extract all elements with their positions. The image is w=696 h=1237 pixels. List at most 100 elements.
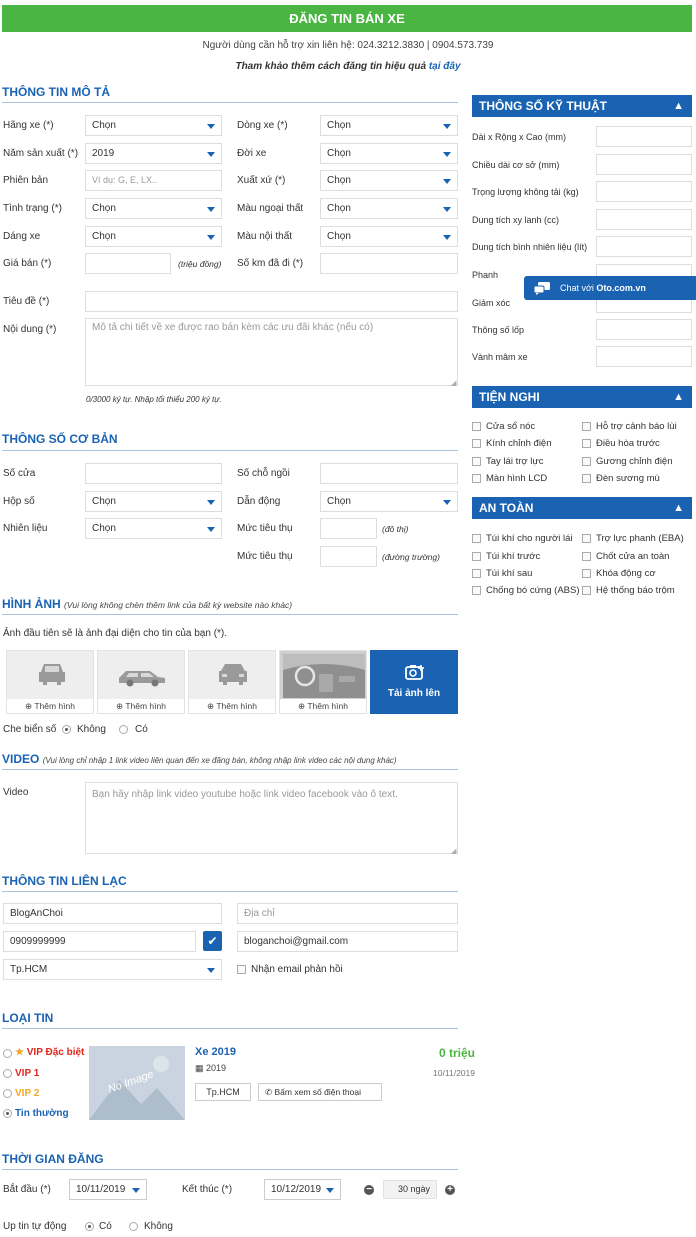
- generation-select[interactable]: Chọn: [320, 143, 458, 164]
- chevron-up-icon[interactable]: ▲: [673, 386, 684, 408]
- comfort-header[interactable]: TIỆN NGHI ▲: [472, 386, 692, 408]
- condition-select[interactable]: Chọn: [85, 198, 222, 219]
- phone-input[interactable]: 0909999999: [3, 931, 196, 952]
- chevron-up-icon[interactable]: ▲: [673, 497, 684, 519]
- safety-checkbox[interactable]: [582, 534, 591, 543]
- listing-vip1-radio[interactable]: [3, 1069, 12, 1078]
- increase-days-button[interactable]: +: [445, 1185, 455, 1195]
- email-input[interactable]: bloganchoi@gmail.com: [237, 931, 458, 952]
- tech-displacement-input[interactable]: [596, 209, 692, 230]
- photo-slot-1[interactable]: ⊕ Thêm hình: [6, 650, 94, 714]
- end-date-picker[interactable]: 10/12/2019: [264, 1179, 341, 1200]
- safety-header[interactable]: AN TOÀN ▲: [472, 497, 692, 519]
- comfort-checkbox[interactable]: [582, 457, 591, 466]
- photo-slot-4[interactable]: ⊕ Thêm hình: [279, 650, 367, 714]
- origin-select[interactable]: Chọn: [320, 170, 458, 191]
- section-title-schedule: THỜI GIAN ĐĂNG: [2, 1152, 104, 1166]
- images-title: HÌNH ẢNH: [2, 597, 61, 611]
- photo-slot-2[interactable]: ⊕ Thêm hình: [97, 650, 185, 714]
- content-textarea[interactable]: Mô tả chi tiết về xe được rao bán kèm cá…: [85, 318, 458, 386]
- comfort-checkbox[interactable]: [582, 422, 591, 431]
- chevron-up-icon[interactable]: ▲: [673, 95, 684, 117]
- tech-rims-input[interactable]: [596, 346, 692, 367]
- interior-color-select[interactable]: Chọn: [320, 226, 458, 247]
- plate-no-radio[interactable]: [62, 725, 71, 734]
- resize-handle-icon[interactable]: ◢: [451, 379, 456, 387]
- start-date-label: Bắt đầu (*): [3, 1184, 51, 1195]
- photo-slot-3[interactable]: ⊕ Thêm hình: [188, 650, 276, 714]
- car-interior-icon: [283, 654, 365, 698]
- tech-specs-header[interactable]: THÔNG SỐ KỸ THUẬT ▲: [472, 95, 692, 117]
- plus-icon: +: [447, 1184, 453, 1195]
- version-input[interactable]: Ví dụ: G, E, LX..: [85, 170, 222, 191]
- auto-bump-no-radio[interactable]: [129, 1222, 138, 1231]
- exterior-color-select[interactable]: Chọn: [320, 198, 458, 219]
- safety-checkbox[interactable]: [582, 552, 591, 561]
- tech-weight-input[interactable]: [596, 181, 692, 202]
- tech-dimensions-input[interactable]: [596, 126, 692, 147]
- tech-fuel-tank-input[interactable]: [596, 236, 692, 257]
- city-consumption-input[interactable]: [320, 518, 377, 539]
- plate-yes-radio[interactable]: [119, 725, 128, 734]
- title-input[interactable]: [85, 291, 458, 312]
- start-date-picker[interactable]: 10/11/2019: [69, 1179, 147, 1200]
- add-circle-icon: ⊕: [298, 701, 306, 711]
- comfort-checkbox[interactable]: [582, 474, 591, 483]
- decrease-days-button[interactable]: −: [364, 1185, 374, 1195]
- add-photo-button[interactable]: ⊕ Thêm hình: [189, 699, 275, 713]
- model-select[interactable]: Chọn: [320, 115, 458, 136]
- city-select[interactable]: Tp.HCM: [3, 959, 222, 980]
- address-input[interactable]: Địa chỉ: [237, 903, 458, 924]
- tech-tires-label: Thông số lốp: [472, 325, 525, 335]
- safety-checkbox[interactable]: [472, 552, 481, 561]
- price-input[interactable]: [85, 253, 171, 274]
- comfort-checkbox[interactable]: [472, 457, 481, 466]
- star-icon: ★: [15, 1047, 24, 1058]
- drive-select[interactable]: Chọn: [320, 491, 458, 512]
- auto-bump-yes-radio[interactable]: [85, 1222, 94, 1231]
- listing-preview-image: No Image: [89, 1046, 185, 1120]
- tech-tires-input[interactable]: [596, 319, 692, 340]
- phone-verify-checkbox[interactable]: ✔: [203, 931, 222, 951]
- interior-color-label: Màu nội thất: [237, 231, 293, 242]
- body-type-select[interactable]: Chọn: [85, 226, 222, 247]
- preview-car-title[interactable]: Xe 2019: [195, 1046, 236, 1058]
- name-input[interactable]: BlogAnChoi: [3, 903, 222, 924]
- listing-normal-radio[interactable]: [3, 1109, 12, 1118]
- chat-prefix: Chat với: [560, 283, 597, 293]
- safety-checkbox[interactable]: [472, 586, 481, 595]
- safety-checkbox[interactable]: [582, 586, 591, 595]
- chat-button[interactable]: Chat với Oto.com.vn: [524, 276, 696, 300]
- fuel-select[interactable]: Chọn: [85, 518, 222, 539]
- comfort-checkbox[interactable]: [582, 439, 591, 448]
- gearbox-select[interactable]: Chọn: [85, 491, 222, 512]
- video-textarea[interactable]: Bạn hãy nhập link video youtube hoặc lin…: [85, 782, 458, 854]
- comfort-checkbox[interactable]: [472, 474, 481, 483]
- add-photo-button[interactable]: ⊕ Thêm hình: [98, 699, 184, 713]
- seats-input[interactable]: [320, 463, 458, 484]
- listing-vip2-radio[interactable]: [3, 1089, 12, 1098]
- mileage-input[interactable]: [320, 253, 458, 274]
- safety-checkbox[interactable]: [472, 534, 481, 543]
- exterior-color-label: Màu ngoại thất: [237, 203, 304, 214]
- comfort-checkbox[interactable]: [472, 439, 481, 448]
- safety-checkbox[interactable]: [472, 569, 481, 578]
- safety-checkbox[interactable]: [582, 569, 591, 578]
- add-photo-button[interactable]: ⊕ Thêm hình: [7, 699, 93, 713]
- title-label: Tiêu đề (*): [3, 296, 50, 307]
- show-phone-button[interactable]: ✆ Bấm xem số điện thoại: [258, 1083, 382, 1101]
- brand-select[interactable]: Chọn: [85, 115, 222, 136]
- auto-bump-yes-label: Có: [99, 1221, 112, 1232]
- listing-vip-special-radio[interactable]: [3, 1049, 12, 1058]
- doors-input[interactable]: [85, 463, 222, 484]
- highway-consumption-input[interactable]: [320, 546, 377, 567]
- email-notify-checkbox[interactable]: [237, 965, 246, 974]
- resize-handle-icon[interactable]: ◢: [451, 847, 456, 855]
- comfort-checkbox[interactable]: [472, 422, 481, 431]
- comfort-label: Tay lái trợ lực: [486, 456, 544, 467]
- add-photo-button[interactable]: ⊕ Thêm hình: [280, 699, 366, 713]
- upload-photo-button[interactable]: Tải ảnh lên: [370, 650, 458, 714]
- tech-wheelbase-input[interactable]: [596, 154, 692, 175]
- tip-link[interactable]: tại đây: [429, 61, 461, 72]
- year-select[interactable]: 2019: [85, 143, 222, 164]
